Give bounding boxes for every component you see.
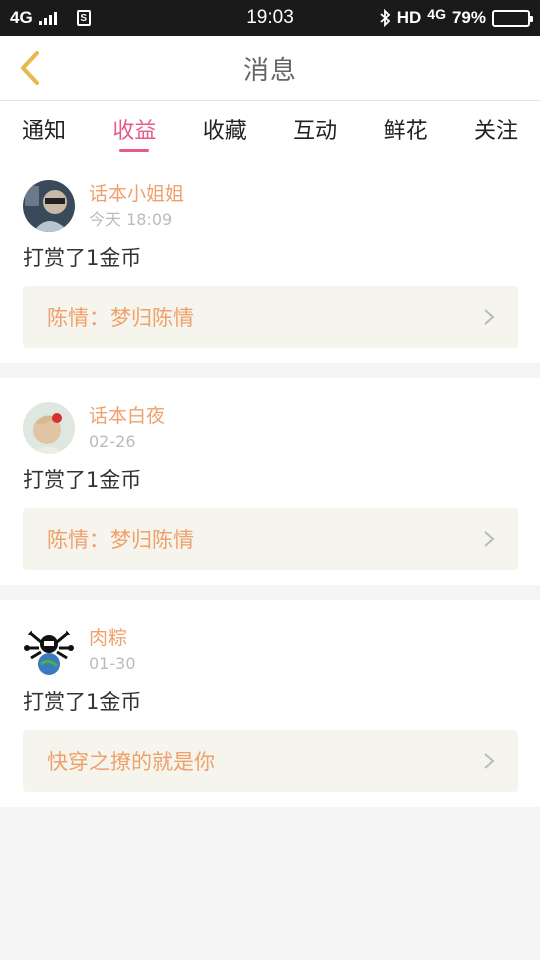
battery-icon <box>492 9 533 27</box>
tab-notifications[interactable]: 通知 <box>22 101 66 156</box>
book-title: 快穿之撩的就是你 <box>47 750 215 774</box>
back-button[interactable] <box>10 48 50 88</box>
hd-label: HD <box>396 8 422 27</box>
message-header: 肉粽 01-30 <box>23 620 518 677</box>
network-label: 4G <box>10 8 33 27</box>
book-title: 陈情：梦归陈情 <box>47 528 194 552</box>
message-text: 打赏了1金币 <box>23 246 142 270</box>
status-right: HD 4G 79% <box>379 6 533 28</box>
user-meta: 话本白夜 02-26 <box>89 398 165 454</box>
timestamp: 02-26 <box>89 432 136 451</box>
user-meta: 话本小姐姐 今天 18:09 <box>89 176 184 232</box>
message-card: 话本小姐姐 今天 18:09 打赏了1金币 陈情：梦归陈情 <box>0 156 540 363</box>
tab-flowers[interactable]: 鲜花 <box>384 101 428 156</box>
page-title: 消息 <box>242 55 297 86</box>
timestamp: 01-30 <box>89 654 136 673</box>
network2-label: 4G <box>427 6 446 22</box>
sim-icon: S <box>76 10 91 26</box>
book-title: 陈情：梦归陈情 <box>47 306 194 330</box>
timestamp: 今天 18:09 <box>89 210 173 229</box>
message-text: 打赏了1金币 <box>23 690 142 714</box>
header: 消息 <box>0 36 540 101</box>
username[interactable]: 话本小姐姐 <box>89 182 184 206</box>
username[interactable]: 肉粽 <box>89 626 136 650</box>
user-meta: 肉粽 01-30 <box>89 620 136 676</box>
message-list: 话本小姐姐 今天 18:09 打赏了1金币 陈情：梦归陈情 话本白夜 02-26… <box>0 156 540 807</box>
tab-favorites[interactable]: 收藏 <box>203 101 247 156</box>
avatar[interactable] <box>23 624 75 676</box>
username[interactable]: 话本白夜 <box>89 404 165 428</box>
avatar[interactable] <box>23 402 75 454</box>
avatar[interactable] <box>23 180 75 232</box>
book-link[interactable]: 快穿之撩的就是你 <box>23 730 518 792</box>
bluetooth-icon <box>380 9 391 27</box>
tab-earnings[interactable]: 收益 <box>112 101 156 156</box>
message-card: 话本白夜 02-26 打赏了1金币 陈情：梦归陈情 <box>0 378 540 585</box>
tab-following[interactable]: 关注 <box>474 101 518 156</box>
signal-icon <box>38 11 57 25</box>
chevron-right-icon <box>484 531 495 547</box>
message-header: 话本小姐姐 今天 18:09 <box>23 176 518 233</box>
chevron-left-icon <box>21 51 39 85</box>
chevron-right-icon <box>484 309 495 325</box>
message-header: 话本白夜 02-26 <box>23 398 518 455</box>
message-text: 打赏了1金币 <box>23 468 142 492</box>
battery-percent: 79% <box>451 8 486 27</box>
status-left: 4G S <box>10 8 91 28</box>
book-link[interactable]: 陈情：梦归陈情 <box>23 508 518 570</box>
tab-interactions[interactable]: 互动 <box>293 101 337 156</box>
tab-bar: 通知 收益 收藏 互动 鲜花 关注 <box>0 101 540 156</box>
book-link[interactable]: 陈情：梦归陈情 <box>23 286 518 348</box>
chevron-right-icon <box>484 753 495 769</box>
status-bar: 4G S 19:03 HD 4G 79% <box>0 0 540 36</box>
message-card: 肉粽 01-30 打赏了1金币 快穿之撩的就是你 <box>0 600 540 807</box>
